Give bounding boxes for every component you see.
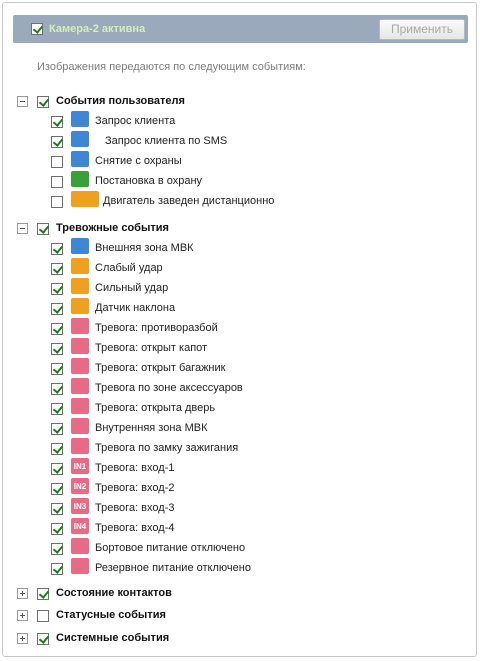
weak-hit-icon <box>71 258 89 274</box>
group-checkbox[interactable] <box>37 96 49 108</box>
event-label: Тревога: вход-3 <box>95 502 175 514</box>
event-label: Постановка в охрану <box>95 175 203 187</box>
event-checkbox[interactable] <box>51 243 63 255</box>
event-label: Тревога: противоразбой <box>95 322 218 334</box>
event-checkbox[interactable] <box>51 136 63 148</box>
expand-toggle-icon[interactable] <box>17 610 28 621</box>
phone-icon <box>71 111 89 127</box>
event-checkbox[interactable] <box>51 563 63 575</box>
camera-title: Камера-2 активна <box>49 23 146 35</box>
collapse-toggle-icon[interactable] <box>17 96 28 107</box>
sms-icon <box>71 131 89 147</box>
event-label: Тревога по зоне аксессуаров <box>95 382 243 394</box>
lock-icon <box>71 171 89 187</box>
ignition-lock-icon <box>71 438 89 454</box>
apply-button[interactable]: Применить <box>379 19 465 40</box>
unlock-icon <box>71 151 89 167</box>
backup-power-off-icon <box>71 558 89 574</box>
event-label: Тревога: открыт багажник <box>95 362 226 374</box>
input-1-icon: IN1 <box>71 458 89 474</box>
event-label: Запрос клиента <box>95 115 176 127</box>
inner-zone-icon <box>71 418 89 434</box>
input-4-icon: IN4 <box>71 518 89 534</box>
outer-zone-icon <box>71 238 89 254</box>
event-label: Двигатель заведен дистанционно <box>103 195 275 207</box>
event-label: Запрос клиента по SMS <box>105 135 228 147</box>
event-checkbox[interactable] <box>51 503 63 515</box>
event-checkbox[interactable] <box>51 463 63 475</box>
event-label: Сильный удар <box>95 282 169 294</box>
accessory-zone-icon <box>71 378 89 394</box>
event-checkbox[interactable] <box>51 543 63 555</box>
group-checkbox[interactable] <box>37 588 49 600</box>
camera-header-bar: Камера-2 активна Применить <box>13 15 468 43</box>
event-checkbox[interactable] <box>51 283 63 295</box>
group-label: Системные события <box>56 632 170 644</box>
event-checkbox[interactable] <box>51 303 63 315</box>
event-checkbox[interactable] <box>51 196 63 208</box>
event-label: Резервное питание отключено <box>95 562 251 574</box>
group-checkbox[interactable] <box>37 223 49 235</box>
events-subtitle: Изображения передаются по следующим собы… <box>37 61 306 73</box>
event-label: Снятие с охраны <box>95 155 182 167</box>
event-checkbox[interactable] <box>51 383 63 395</box>
event-label: Тревога: открыт капот <box>95 342 208 354</box>
group-checkbox[interactable] <box>37 610 49 622</box>
event-label: Тревога: открыта дверь <box>95 402 216 414</box>
event-label: Внешняя зона МВК <box>95 242 194 254</box>
group-checkbox[interactable] <box>37 633 49 645</box>
strong-hit-icon <box>71 278 89 294</box>
event-checkbox[interactable] <box>51 323 63 335</box>
main-power-off-icon <box>71 538 89 554</box>
expand-toggle-icon[interactable] <box>17 588 28 599</box>
event-label: Тревога: вход-2 <box>95 482 175 494</box>
event-checkbox[interactable] <box>51 263 63 275</box>
event-label: Тревога: вход-1 <box>95 462 175 474</box>
event-label: Бортовое питание отключено <box>95 542 246 554</box>
remote-engine-icon <box>71 191 99 207</box>
event-label: Внутренняя зона МВК <box>95 422 208 434</box>
event-label: Тревога по замку зажигания <box>95 442 239 454</box>
event-checkbox[interactable] <box>51 176 63 188</box>
input-3-icon: IN3 <box>71 498 89 514</box>
event-checkbox[interactable] <box>51 156 63 168</box>
expand-toggle-icon[interactable] <box>17 633 28 644</box>
event-label: Датчик наклона <box>95 302 176 314</box>
group-label: Статусные события <box>56 609 166 621</box>
event-checkbox[interactable] <box>51 116 63 128</box>
event-label: Тревога: вход-4 <box>95 522 175 534</box>
anti-robbery-icon <box>71 318 89 334</box>
event-checkbox[interactable] <box>51 363 63 375</box>
camera-events-panel: Камера-2 активна Применить Изображения п… <box>2 2 477 657</box>
tilt-sensor-icon <box>71 298 89 314</box>
input-2-icon: IN2 <box>71 478 89 494</box>
event-checkbox[interactable] <box>51 483 63 495</box>
event-label: Слабый удар <box>95 262 163 274</box>
group-label: Состояние контактов <box>56 587 172 599</box>
trunk-open-icon <box>71 358 89 374</box>
event-checkbox[interactable] <box>51 443 63 455</box>
door-open-icon <box>71 398 89 414</box>
hood-open-icon <box>71 338 89 354</box>
group-label: События пользователя <box>56 95 185 107</box>
event-checkbox[interactable] <box>51 423 63 435</box>
event-checkbox[interactable] <box>51 403 63 415</box>
collapse-toggle-icon[interactable] <box>17 223 28 234</box>
event-checkbox[interactable] <box>51 343 63 355</box>
group-label: Тревожные события <box>56 222 169 234</box>
event-checkbox[interactable] <box>51 523 63 535</box>
camera-active-checkbox[interactable] <box>31 23 43 35</box>
